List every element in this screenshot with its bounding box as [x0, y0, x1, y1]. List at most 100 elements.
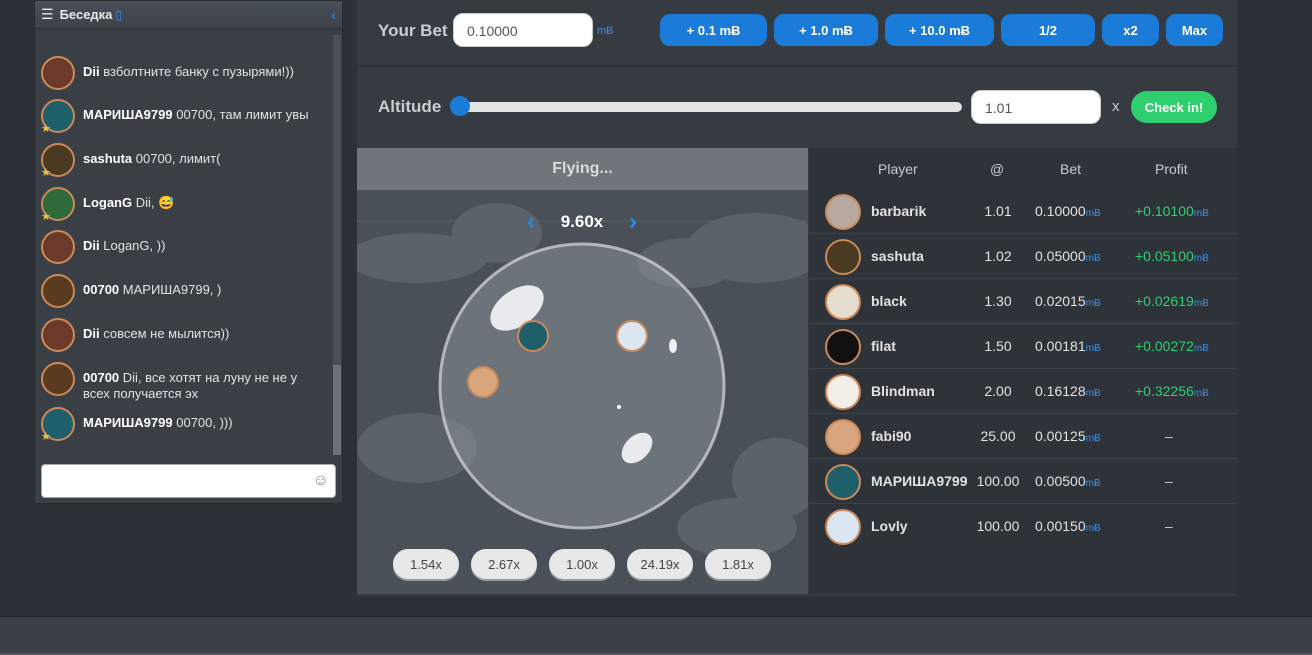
- avatar[interactable]: [825, 194, 861, 230]
- history-chip[interactable]: 1.81x: [705, 549, 771, 579]
- avatar[interactable]: ★: [41, 99, 75, 135]
- add-1-0-button[interactable]: + 1.0 mɃ: [774, 14, 878, 46]
- avatar[interactable]: [825, 329, 861, 365]
- chat-scrollbar[interactable]: [333, 35, 341, 455]
- collapse-chevron-icon[interactable]: ‹: [331, 7, 336, 23]
- bottom-strip: [0, 616, 1312, 655]
- avatar[interactable]: [825, 464, 861, 500]
- cell-bet: 0.00181: [1035, 338, 1086, 354]
- player-name[interactable]: barbarik: [871, 203, 926, 219]
- cell-at: 1.02: [984, 248, 1012, 264]
- avatar[interactable]: [825, 239, 861, 275]
- scroll-thumb[interactable]: [333, 365, 341, 455]
- cell-at: 1.01: [984, 203, 1012, 219]
- unit: mɃ: [1193, 253, 1209, 264]
- unit: mɃ: [1193, 208, 1209, 219]
- chat-username[interactable]: Dii: [83, 64, 100, 79]
- player-name[interactable]: Blindman: [871, 383, 935, 399]
- chat-text: 00700, лимит(: [135, 151, 221, 166]
- table-row: МАРИША9799 100.00 0.00500mɃ –: [809, 459, 1237, 504]
- player-name[interactable]: МАРИША9799: [871, 473, 968, 489]
- col-header-at: @: [990, 161, 1005, 177]
- current-multiplier: 9.60x: [560, 212, 604, 231]
- chat-username[interactable]: Dii: [83, 326, 100, 341]
- chat-username[interactable]: LoganG: [83, 195, 132, 210]
- chat-message: ★ LoganG Dii, 😅: [41, 187, 331, 223]
- phone-icon[interactable]: ▯: [115, 8, 122, 22]
- altitude-slider-handle[interactable]: [450, 96, 470, 116]
- double-button[interactable]: x2: [1102, 14, 1159, 46]
- star-badge-icon: ★: [41, 211, 51, 223]
- history-chip[interactable]: 2.67x: [471, 549, 537, 579]
- avatar[interactable]: [825, 284, 861, 320]
- table-row: filat 1.50 0.00181mɃ +0.00272mɃ: [809, 324, 1237, 369]
- avatar[interactable]: [41, 362, 75, 396]
- chat-message: ★ МАРИША9799 00700, ))): [41, 407, 331, 443]
- add-0-1-button[interactable]: + 0.1 mɃ: [660, 14, 767, 46]
- chat-username[interactable]: 00700: [83, 370, 119, 385]
- cell-at: 1.30: [984, 293, 1012, 309]
- star-badge-icon: ★: [41, 167, 51, 179]
- half-button[interactable]: 1/2: [1001, 14, 1095, 46]
- emoji-icon[interactable]: ☺: [313, 472, 329, 490]
- bet-input[interactable]: 0.10000: [453, 13, 593, 47]
- unit: mɃ: [1085, 208, 1101, 219]
- player-name[interactable]: filat: [871, 338, 896, 354]
- cell-profit: +0.32256: [1135, 383, 1194, 399]
- unit: mɃ: [1085, 298, 1101, 309]
- cell-at: 100.00: [976, 518, 1020, 534]
- chat-message: Dii совсем не мылится)): [41, 318, 331, 352]
- max-button[interactable]: Max: [1166, 14, 1223, 46]
- avatar[interactable]: ★: [41, 187, 75, 223]
- altitude-input[interactable]: 1.01: [971, 90, 1101, 124]
- avatar[interactable]: [825, 419, 861, 455]
- add-10-0-button[interactable]: + 10.0 mɃ: [885, 14, 994, 46]
- chat-text: взболтните банку с пузырями!)): [103, 64, 294, 79]
- unit: mɃ: [1193, 388, 1209, 399]
- player-name[interactable]: black: [871, 293, 907, 309]
- player-name[interactable]: Lovly: [871, 518, 908, 534]
- avatar[interactable]: ★: [41, 407, 75, 443]
- chat-message: 00700 Dii, все хотят на луну не не у все…: [41, 362, 331, 402]
- avatar[interactable]: [825, 509, 861, 545]
- avatar[interactable]: ★: [41, 143, 75, 179]
- table-row: black 1.30 0.02015mɃ +0.02619mɃ: [809, 279, 1237, 324]
- bet-label: Your Bet: [378, 21, 448, 40]
- cell-at: 25.00: [980, 428, 1016, 444]
- table-row: Lovly 100.00 0.00150mɃ –: [809, 504, 1237, 549]
- game-status: Flying...: [357, 148, 808, 190]
- altitude-label: Altitude: [378, 97, 442, 116]
- player-name[interactable]: fabi90: [871, 428, 911, 444]
- avatar[interactable]: [41, 274, 75, 308]
- chat-text: 00700, там лимит увы: [176, 107, 309, 122]
- avatar[interactable]: [41, 56, 75, 90]
- cell-profit: +0.10100: [1135, 203, 1194, 219]
- chat-text: 00700, ))): [176, 415, 233, 430]
- unit: mɃ: [1085, 433, 1101, 444]
- player-name[interactable]: sashuta: [871, 248, 924, 264]
- chat-username[interactable]: sashuta: [83, 151, 132, 166]
- chat-panel: ☰ Беседка ▯ ‹ Dii взболтните банку с пуз…: [34, 0, 343, 504]
- history-chip[interactable]: 1.54x: [393, 549, 459, 579]
- altitude-slider[interactable]: [460, 102, 962, 112]
- cell-profit: +0.05100: [1135, 248, 1194, 264]
- history-chip[interactable]: 24.19x: [627, 549, 693, 579]
- chat-text: МАРИША9799, ): [122, 282, 222, 297]
- chat-username[interactable]: 00700: [83, 282, 119, 297]
- avatar[interactable]: [41, 230, 75, 264]
- cell-at: 100.00: [976, 473, 1020, 489]
- chat-username[interactable]: МАРИША9799: [83, 415, 173, 430]
- col-header-bet: Bet: [1060, 161, 1082, 177]
- chat-username[interactable]: МАРИША9799: [83, 107, 173, 122]
- prev-arrow-icon[interactable]: ‹: [527, 208, 535, 236]
- avatar[interactable]: [41, 318, 75, 352]
- avatar[interactable]: [825, 374, 861, 410]
- menu-icon[interactable]: ☰: [41, 6, 54, 23]
- multiplier-nav: ‹ 9.60x ›: [527, 208, 637, 236]
- table-row: barbarik 1.01 0.10000mɃ +0.10100mɃ: [809, 189, 1237, 234]
- chat-username[interactable]: Dii: [83, 238, 100, 253]
- history-chip[interactable]: 1.00x: [549, 549, 615, 579]
- chat-input[interactable]: ☺: [41, 464, 336, 498]
- next-arrow-icon[interactable]: ›: [629, 208, 637, 236]
- check-in-button[interactable]: Check in!: [1131, 91, 1217, 123]
